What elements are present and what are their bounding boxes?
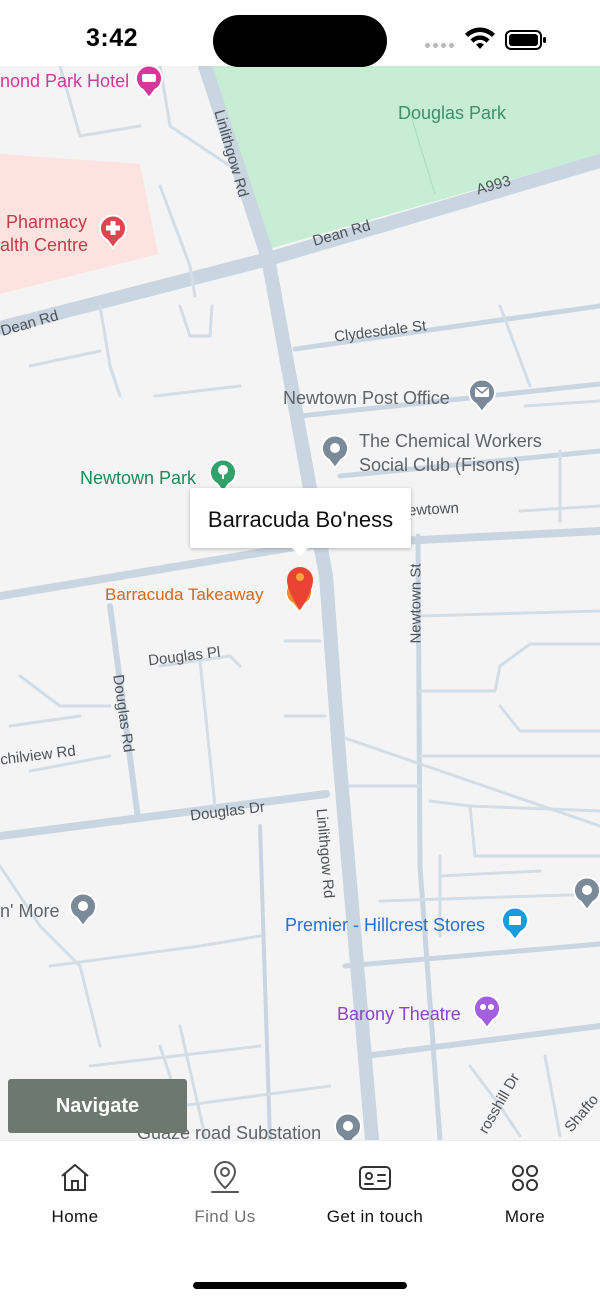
- place-label-health-centre[interactable]: alth Centre: [0, 236, 88, 254]
- status-time: 3:42: [86, 24, 139, 52]
- marker-pin-icon[interactable]: [68, 892, 98, 928]
- place-label-douglas-park: Douglas Park: [398, 103, 507, 123]
- tab-bar: Home Find Us Get in touch More: [0, 1140, 600, 1299]
- place-label-pharmacy[interactable]: Pharmacy: [6, 213, 87, 231]
- place-label-newtown-post-office[interactable]: Newtown Post Office: [283, 389, 450, 407]
- post-office-pin-icon[interactable]: [467, 378, 497, 414]
- road-label-newtown-st: Newtown St: [407, 563, 425, 644]
- road-label-newtown: ewtown: [407, 499, 460, 520]
- marker-pin-icon[interactable]: [572, 876, 600, 912]
- callout-title: Barracuda Bo'ness: [207, 507, 394, 532]
- tab-label: Home: [51, 1207, 99, 1226]
- location-callout[interactable]: Barracuda Bo'ness: [190, 488, 411, 556]
- shopping-pin-icon[interactable]: [500, 906, 530, 942]
- cellular-signal-icon: [425, 43, 454, 48]
- wifi-icon: [465, 27, 495, 49]
- home-indicator: [193, 1282, 407, 1289]
- battery-icon: [505, 30, 546, 50]
- home-icon: [61, 1164, 89, 1191]
- place-label-richmond-park-hotel[interactable]: nond Park Hotel: [0, 72, 129, 90]
- tab-label: Get in touch: [326, 1207, 424, 1226]
- contact-card-icon: [359, 1166, 391, 1190]
- place-label-premier-hillcrest-stores[interactable]: Premier - Hillcrest Stores: [285, 916, 485, 934]
- place-label-barracuda-takeaway[interactable]: Barracuda Takeaway: [105, 586, 263, 603]
- club-pin-icon[interactable]: [320, 434, 350, 470]
- tab-label: Find Us: [194, 1207, 256, 1226]
- map-view[interactable]: Linlithgow Rd Linlithgow Rd Dean Rd Dean…: [0, 66, 600, 1140]
- place-label-chemical-workers[interactable]: The Chemical Workers: [359, 432, 542, 450]
- place-label-newtown-park[interactable]: Newtown Park: [80, 469, 196, 487]
- location-pin-icon: [211, 1161, 239, 1193]
- hotel-pin-icon[interactable]: [134, 66, 164, 100]
- dynamic-island: [213, 15, 387, 67]
- tab-get-in-touch[interactable]: Get in touch: [300, 1161, 450, 1231]
- grid-icon: [512, 1165, 538, 1191]
- tab-label: More: [504, 1207, 546, 1226]
- place-label-barony-theatre[interactable]: Barony Theatre: [337, 1005, 461, 1023]
- selected-location-marker-icon[interactable]: [284, 564, 316, 612]
- place-label-chemical-workers-line2[interactable]: Social Club (Fisons): [359, 456, 520, 474]
- substation-pin-icon[interactable]: [333, 1112, 363, 1140]
- theatre-pin-icon[interactable]: [472, 994, 502, 1030]
- status-bar: 3:42: [0, 0, 600, 67]
- navigate-button[interactable]: Navigate: [8, 1079, 187, 1133]
- tab-find-us[interactable]: Find Us: [150, 1161, 300, 1231]
- pharmacy-pin-icon[interactable]: [98, 214, 128, 250]
- tab-home[interactable]: Home: [0, 1161, 150, 1231]
- place-label-n-more[interactable]: n' More: [0, 902, 59, 920]
- tab-more[interactable]: More: [450, 1161, 600, 1231]
